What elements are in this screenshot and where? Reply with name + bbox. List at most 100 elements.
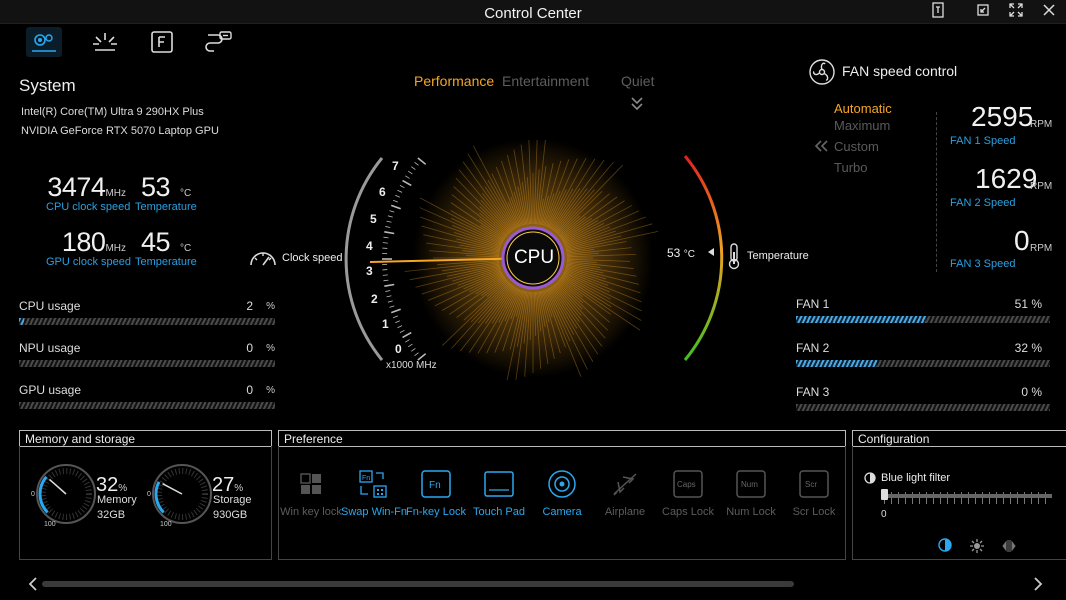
clock-scale-arc bbox=[344, 157, 384, 361]
fan-mode-custom[interactable]: Custom bbox=[834, 139, 879, 154]
memory-percent-unit: % bbox=[118, 483, 128, 494]
usage-label: CPU usage bbox=[19, 299, 81, 313]
pref-win-key-lock[interactable]: Win key lock bbox=[279, 468, 343, 518]
display-mode-icon[interactable] bbox=[938, 538, 952, 555]
pref-num-lock[interactable]: Num Num Lock bbox=[719, 468, 783, 518]
fan-control-title: FAN speed control bbox=[842, 63, 958, 79]
pref-label: Airplane bbox=[604, 506, 646, 518]
cpu-temp-label: Temperature bbox=[135, 201, 197, 213]
memory-percent: 32 bbox=[96, 474, 119, 496]
scale-tick bbox=[382, 242, 388, 244]
pref-camera[interactable]: Camera bbox=[530, 468, 594, 518]
close-icon[interactable] bbox=[1038, 2, 1060, 22]
blue-light-thumb[interactable] bbox=[881, 489, 888, 500]
num-lock-icon: Num bbox=[736, 470, 766, 498]
scale-tick bbox=[397, 325, 403, 329]
fan-mode-maximum[interactable]: Maximum bbox=[834, 118, 890, 133]
scr-keycap-text: Scr bbox=[805, 480, 817, 489]
fan3-rpm-unit: RPM bbox=[1030, 243, 1053, 254]
manual-icon[interactable] bbox=[927, 2, 949, 22]
horizontal-scrollbar-thumb[interactable] bbox=[42, 581, 794, 587]
gauge-temp-value: 53 bbox=[667, 246, 681, 260]
gpu-name: NVIDIA GeForce RTX 5070 Laptop GPU bbox=[21, 125, 219, 137]
pref-swap-win-fn[interactable]: Fn Swap Win-Fn bbox=[341, 468, 407, 518]
fan-icon bbox=[808, 58, 836, 89]
scale-tick bbox=[395, 320, 400, 324]
tab-function-key[interactable] bbox=[144, 27, 180, 57]
chevron-down-icon[interactable] bbox=[631, 96, 643, 115]
scale-tick bbox=[393, 199, 398, 203]
fan-mode-automatic[interactable]: Automatic bbox=[834, 101, 892, 116]
scale-tick bbox=[408, 170, 413, 175]
fan2-rpm-unit: RPM bbox=[1030, 181, 1053, 192]
double-chevron-left-icon[interactable] bbox=[814, 140, 828, 155]
num-keycap-text: Num bbox=[741, 480, 758, 489]
scroll-right-icon[interactable] bbox=[1032, 576, 1044, 595]
gpu-temp-unit: °C bbox=[180, 243, 192, 254]
gauge-temperature-readout: 53 °C bbox=[667, 246, 695, 260]
gauge-temp-label: Temperature bbox=[747, 250, 809, 262]
storage-percent: 27 bbox=[212, 474, 235, 496]
tab-lighting[interactable] bbox=[87, 27, 123, 57]
usage-label: GPU usage bbox=[19, 383, 82, 397]
scale-tick bbox=[411, 166, 416, 170]
title-bar: Control Center bbox=[0, 0, 1066, 24]
fn-keycap-text: Fn bbox=[429, 480, 441, 491]
configuration-panel-title: Configuration bbox=[858, 432, 930, 446]
fan-bar-label: FAN 3 bbox=[796, 385, 830, 399]
gpu-temp-value: 45 bbox=[141, 227, 171, 257]
pref-scr-lock[interactable]: Scr Scr Lock bbox=[782, 468, 846, 518]
scale-tick bbox=[395, 194, 400, 198]
pref-label: Win key lock bbox=[280, 506, 342, 518]
gpu-temp-readout: 45 °C bbox=[141, 227, 191, 258]
fan-bar-value: 0 % bbox=[1021, 385, 1042, 399]
maximize-icon[interactable] bbox=[1005, 2, 1027, 22]
camera-icon bbox=[548, 470, 576, 498]
blue-light-value: 0 bbox=[881, 509, 887, 520]
usage-bar bbox=[19, 402, 275, 409]
usage-value: 0 bbox=[246, 383, 253, 397]
fan-mode-turbo[interactable]: Turbo bbox=[834, 160, 867, 175]
window-title: Control Center bbox=[484, 5, 582, 22]
fn-key-lock-icon: Fn bbox=[421, 470, 451, 498]
cpu-clock-unit: MHz bbox=[105, 188, 126, 199]
pref-touch-pad[interactable]: Touch Pad bbox=[467, 468, 531, 518]
mode-performance[interactable]: Performance bbox=[414, 73, 494, 89]
minimize-icon[interactable] bbox=[972, 2, 994, 22]
tick-label: 2 bbox=[371, 292, 378, 306]
gpu-clock-value: 180 bbox=[61, 227, 106, 257]
brightness-icon[interactable] bbox=[969, 538, 985, 557]
fan-bar-label: FAN 2 bbox=[796, 341, 830, 355]
scale-tick bbox=[389, 305, 395, 308]
tab-system[interactable] bbox=[26, 27, 62, 57]
scale-tick bbox=[405, 339, 410, 343]
cpu-name: Intel(R) Core(TM) Ultra 9 290HX Plus bbox=[21, 106, 204, 118]
preference-panel-header: Preference bbox=[278, 430, 846, 447]
scale-tick bbox=[386, 220, 392, 223]
tick-label: 5 bbox=[370, 212, 377, 226]
usb-icon bbox=[205, 31, 232, 52]
cpu-clock-readout: 3474MHz bbox=[40, 172, 126, 203]
pref-fn-key-lock[interactable]: Fn Fn-key Lock bbox=[404, 468, 468, 518]
scroll-left-icon[interactable] bbox=[27, 576, 39, 595]
svg-text:Fn: Fn bbox=[362, 475, 370, 482]
tick-label: 1 bbox=[382, 317, 389, 331]
mode-entertainment[interactable]: Entertainment bbox=[502, 73, 589, 89]
swap-win-fn-icon: Fn bbox=[359, 470, 387, 498]
contrast-icon[interactable] bbox=[1001, 538, 1017, 557]
mode-quiet[interactable]: Quiet bbox=[621, 73, 654, 89]
scale-tick bbox=[384, 283, 395, 287]
windows-key-icon bbox=[300, 473, 321, 494]
speedometer-icon bbox=[248, 246, 278, 271]
lighting-icon bbox=[93, 33, 117, 51]
scale-tick bbox=[382, 274, 388, 276]
blue-light-slider[interactable] bbox=[881, 489, 1052, 504]
tick-label: 4 bbox=[366, 239, 373, 253]
usage-label: NPU usage bbox=[19, 341, 81, 355]
tick-label: 0 bbox=[395, 342, 402, 356]
tab-usb[interactable] bbox=[200, 27, 236, 57]
pref-caps-lock[interactable]: Caps Caps Lock bbox=[656, 468, 720, 518]
memory-dial-min: 0 bbox=[31, 491, 35, 498]
fan-divider bbox=[936, 112, 937, 272]
pref-airplane[interactable]: Airplane bbox=[593, 468, 657, 518]
